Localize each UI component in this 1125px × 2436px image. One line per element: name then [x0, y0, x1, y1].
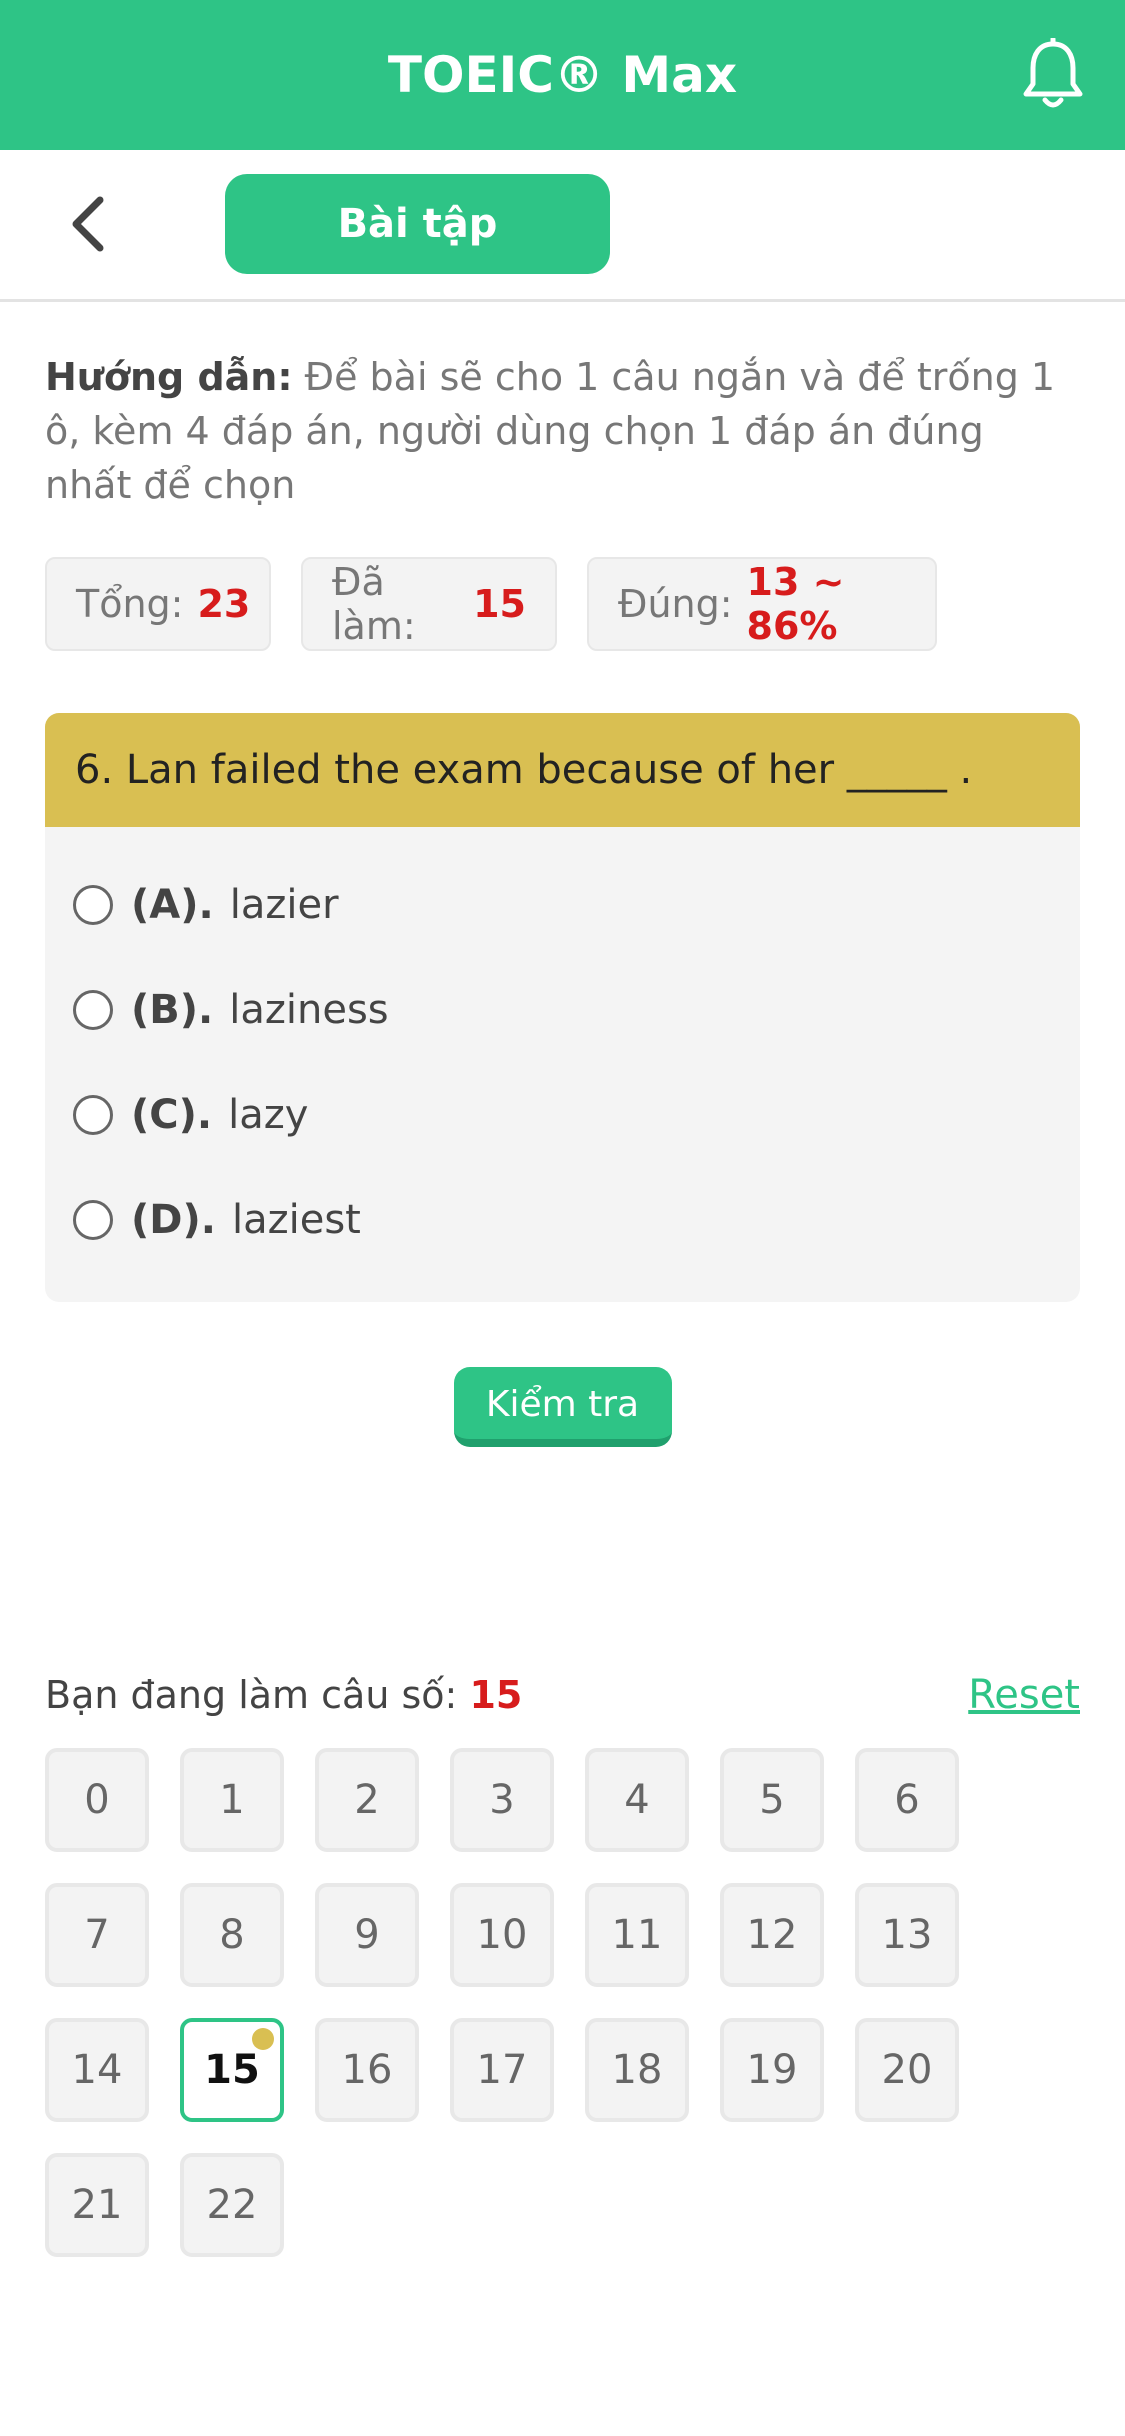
- option-text: lazier: [229, 881, 339, 928]
- radio-button[interactable]: [73, 1199, 113, 1240]
- question-text: 6. Lan failed the exam because of her __…: [45, 713, 1080, 827]
- instructions-label: Hướng dẫn:: [45, 355, 293, 399]
- stat-done: Đã làm: 15: [301, 557, 557, 651]
- question-number-cell[interactable]: 11: [585, 1883, 689, 1987]
- option-text: lazy: [228, 1091, 309, 1138]
- progress-row: Bạn đang làm câu số: 15 Reset: [45, 1672, 1080, 1718]
- question-number-label: 18: [611, 2047, 663, 2093]
- radio-button[interactable]: [73, 884, 113, 925]
- question-number-label: 6: [894, 1777, 920, 1823]
- question-number-cell[interactable]: 22: [180, 2153, 284, 2257]
- question-number-cell[interactable]: 14: [45, 2018, 149, 2122]
- question-number-label: 15: [204, 2047, 260, 2093]
- question-number-cell[interactable]: 7: [45, 1883, 149, 1987]
- option-c[interactable]: (C). lazy: [73, 1062, 1052, 1167]
- question-number-label: 7: [84, 1912, 110, 1958]
- option-b[interactable]: (B). laziness: [73, 957, 1052, 1062]
- question-grid: 0 1 2 3 4 5 6 7 8 9 10 11 12 13 14 15 16 17 18 19 20 21 22: [45, 1748, 1005, 2288]
- question-number-label: 19: [746, 2047, 798, 2093]
- question-number-cell[interactable]: 8: [180, 1883, 284, 1987]
- question-number-label: 13: [881, 1912, 933, 1958]
- question-number-cell[interactable]: 9: [315, 1883, 419, 1987]
- option-key: (D).: [131, 1196, 216, 1243]
- question-number-label: 17: [476, 2047, 528, 2093]
- option-a[interactable]: (A). lazier: [73, 852, 1052, 957]
- option-text: laziness: [229, 986, 389, 1033]
- stat-total-value: 23: [197, 582, 251, 626]
- current-marker-dot: [252, 2028, 274, 2050]
- question-number-cell[interactable]: 5: [720, 1748, 824, 1852]
- stat-done-value: 15: [473, 582, 526, 626]
- check-button[interactable]: Kiểm tra: [453, 1367, 672, 1447]
- instructions: Hướng dẫn: Để bài sẽ cho 1 câu ngắn và đ…: [45, 350, 1080, 512]
- section-tab-button[interactable]: Bài tập: [225, 174, 610, 274]
- option-key: (C).: [131, 1091, 213, 1138]
- question-number-cell[interactable]: 0: [45, 1748, 149, 1852]
- question-number-cell[interactable]: 19: [720, 2018, 824, 2122]
- question-number-cell[interactable]: 3: [450, 1748, 554, 1852]
- question-number-label: 21: [71, 2182, 123, 2228]
- question-number-cell[interactable]: 21: [45, 2153, 149, 2257]
- stat-total: Tổng: 23: [45, 557, 271, 651]
- question-number-cell[interactable]: 1: [180, 1748, 284, 1852]
- check-area: Kiểm tra: [45, 1367, 1080, 1447]
- app-bar: TOEIC® Max: [0, 0, 1125, 150]
- question-number-label: 11: [611, 1912, 663, 1958]
- question-number-label: 16: [341, 2047, 393, 2093]
- question-number-label: 22: [206, 2182, 258, 2228]
- question-number-label: 4: [624, 1777, 650, 1823]
- current-question-indicator: Bạn đang làm câu số: 15: [45, 1673, 522, 1717]
- reset-link[interactable]: Reset: [968, 1672, 1080, 1718]
- option-d[interactable]: (D). laziest: [73, 1167, 1052, 1272]
- app-title: TOEIC® Max: [387, 46, 738, 104]
- question-number-label: 10: [476, 1912, 528, 1958]
- current-question-label: Bạn đang làm câu số:: [45, 1673, 458, 1717]
- current-question-number: 15: [469, 1673, 523, 1717]
- option-key: (B).: [131, 986, 214, 1033]
- stats-row: Tổng: 23 Đã làm: 15 Đúng: 13 ~ 86%: [45, 557, 1080, 651]
- question-number-cell[interactable]: 6: [855, 1748, 959, 1852]
- stat-correct-label: Đúng:: [618, 582, 733, 626]
- question-number-label: 9: [354, 1912, 380, 1958]
- stat-done-label: Đã làm:: [332, 560, 416, 648]
- question-number-label: 5: [759, 1777, 785, 1823]
- question-number-cell[interactable]: 17: [450, 2018, 554, 2122]
- question-number-cell[interactable]: 2: [315, 1748, 419, 1852]
- question-number-cell[interactable]: 10: [450, 1883, 554, 1987]
- question-number-label: 20: [881, 2047, 933, 2093]
- question-number-label: 12: [746, 1912, 798, 1958]
- question-number-label: 0: [84, 1777, 110, 1823]
- radio-button[interactable]: [73, 989, 113, 1030]
- question-number-cell[interactable]: 16: [315, 2018, 419, 2122]
- question-number-label: 3: [489, 1777, 515, 1823]
- option-key: (A).: [131, 881, 214, 928]
- stat-correct-value: 13 ~ 86%: [746, 560, 845, 648]
- back-icon[interactable]: [64, 194, 114, 254]
- stat-correct: Đúng: 13 ~ 86%: [587, 557, 937, 651]
- question-card: 6. Lan failed the exam because of her __…: [45, 713, 1080, 1302]
- question-number-cell[interactable]: 4: [585, 1748, 689, 1852]
- question-number-label: 14: [71, 2047, 123, 2093]
- option-text: laziest: [231, 1196, 361, 1243]
- question-number-label: 2: [354, 1777, 380, 1823]
- sub-header: Bài tập: [0, 150, 1125, 302]
- bell-icon[interactable]: [1021, 38, 1085, 112]
- stat-total-label: Tổng:: [76, 582, 184, 626]
- question-number-cell[interactable]: 13: [855, 1883, 959, 1987]
- question-number-label: 8: [219, 1912, 245, 1958]
- question-number-cell[interactable]: 20: [855, 2018, 959, 2122]
- question-number-cell[interactable]: 15: [180, 2018, 284, 2122]
- question-number-cell[interactable]: 18: [585, 2018, 689, 2122]
- question-number-cell[interactable]: 12: [720, 1883, 824, 1987]
- radio-button[interactable]: [73, 1094, 113, 1135]
- answer-options: (A). lazier (B). laziness (C). lazy (D).…: [45, 827, 1080, 1302]
- question-number-label: 1: [219, 1777, 245, 1823]
